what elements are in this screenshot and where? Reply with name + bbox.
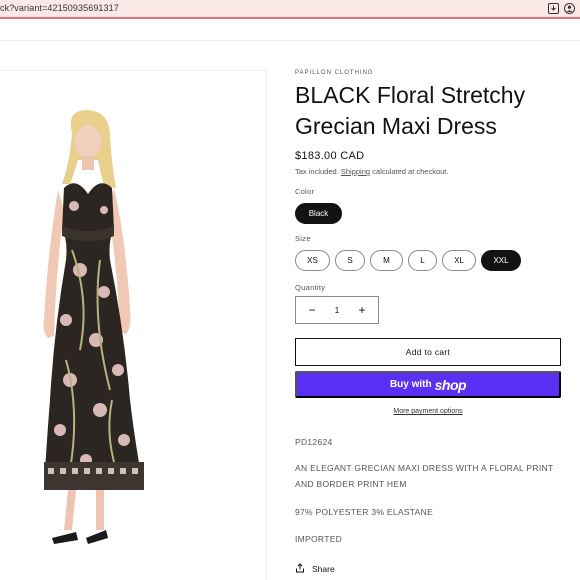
profile-icon[interactable] (564, 3, 575, 14)
product-sku: PD12624 (295, 437, 333, 447)
add-to-cart-button[interactable]: Add to cart (295, 338, 561, 366)
color-option-black[interactable]: Black (295, 203, 342, 224)
product-price: $183.00 CAD (295, 150, 365, 162)
tax-note-prefix: Tax included. (295, 167, 339, 176)
media-divider (266, 70, 267, 580)
product-description: AN ELEGANT GRECIAN MAXI DRESS WITH A FLO… (295, 463, 554, 489)
install-app-icon[interactable] (548, 3, 559, 14)
origin-note: IMPORTED (295, 534, 343, 544)
size-option-l[interactable]: L (408, 250, 437, 271)
more-payment-options-link[interactable]: More payment options (295, 408, 561, 415)
share-button[interactable]: Share (295, 563, 335, 575)
tax-note: Tax included. Shipping calculated at che… (295, 167, 448, 176)
browser-address-bar: ck?variant=42150935691317 (0, 0, 580, 19)
color-label: Color (295, 187, 315, 196)
quantity-stepper: − 1 + (295, 296, 379, 324)
quantity-label: Quantity (295, 283, 326, 292)
size-option-xxl[interactable]: XXL (481, 250, 521, 271)
quantity-input[interactable]: 1 (335, 306, 339, 315)
header-divider (0, 40, 580, 41)
size-option-xs[interactable]: XS (295, 250, 330, 271)
quantity-decrease-button[interactable]: − (306, 304, 318, 316)
url-text[interactable]: ck?variant=42150935691317 (0, 3, 119, 13)
vendor-name: PAPILLON CLOTHING (295, 70, 374, 76)
buy-with-shop-button[interactable]: Buy with shop (295, 371, 561, 398)
size-option-xl[interactable]: XL (442, 250, 476, 271)
share-label: Share (312, 564, 335, 574)
share-icon (295, 563, 305, 575)
shipping-link[interactable]: Shipping (341, 167, 370, 176)
tax-note-suffix: calculated at checkout. (372, 167, 449, 176)
fabric-content: 97% POLYESTER 3% ELASTANE (295, 507, 434, 517)
product-image[interactable] (0, 70, 266, 580)
buy-with-label: Buy with (389, 379, 432, 390)
shop-logo: shop (434, 376, 467, 393)
size-label: Size (295, 234, 311, 243)
product-title: BLACK Floral Stretchy Grecian Maxi Dress (295, 82, 526, 139)
size-option-s[interactable]: S (335, 250, 365, 271)
quantity-increase-button[interactable]: + (356, 304, 368, 316)
size-option-m[interactable]: M (370, 250, 403, 271)
